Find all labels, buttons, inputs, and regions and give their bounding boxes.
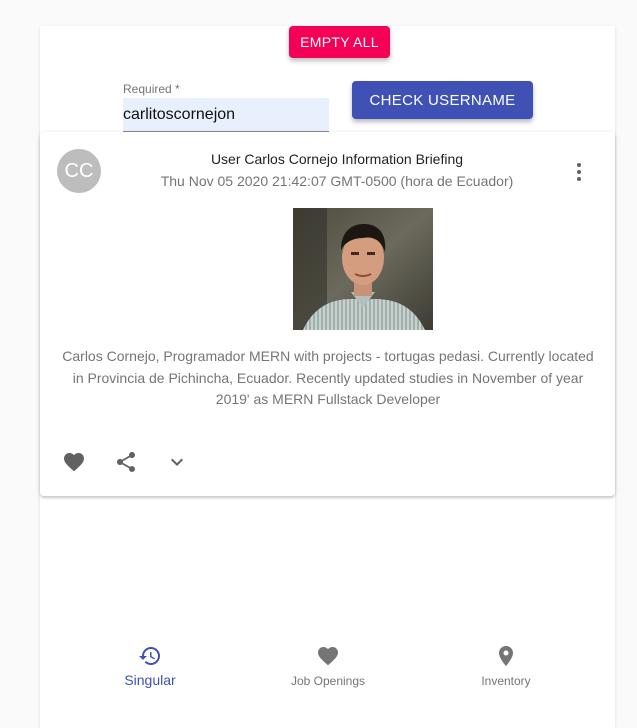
card-title: User Carlos Cornejo Information Briefing (210, 151, 464, 167)
heart-icon (318, 647, 338, 666)
chevron-down-icon[interactable] (165, 450, 189, 474)
card-description: Carlos Cornejo, Programador MERN with pr… (62, 348, 594, 407)
empty-all-button[interactable]: EMPTY ALL (289, 26, 390, 58)
nav-singular[interactable]: Singular (80, 640, 220, 696)
nav-label-inventory: Inventory (481, 674, 531, 688)
share-icon[interactable] (114, 450, 138, 474)
check-username-button[interactable]: CHECK USERNAME (352, 81, 533, 119)
location-pin-icon (499, 646, 513, 666)
main-container: EMPTY ALL Required * CHECK USERNAME CC U… (40, 26, 615, 728)
username-field: Required * (123, 82, 329, 132)
nav-label-job-openings: Job Openings (290, 674, 366, 688)
username-input[interactable] (123, 98, 329, 132)
user-info-card: CC User Carlos Cornejo Information Brief… (40, 132, 615, 496)
history-icon (139, 647, 160, 665)
username-field-label: Required * (123, 82, 180, 96)
heart-icon[interactable] (62, 450, 86, 474)
nav-job-openings[interactable]: Job Openings (258, 640, 398, 696)
nav-inventory[interactable]: Inventory (436, 640, 576, 696)
card-subheader: Thu Nov 05 2020 21:42:07 GMT-0500 (hora … (160, 173, 514, 189)
avatar: CC (57, 149, 101, 193)
nav-label-singular: Singular (124, 672, 176, 688)
more-options-icon[interactable] (567, 160, 591, 184)
bottom-navigation: Singular Job Openings Inventory (40, 640, 615, 696)
profile-photo (293, 208, 433, 330)
